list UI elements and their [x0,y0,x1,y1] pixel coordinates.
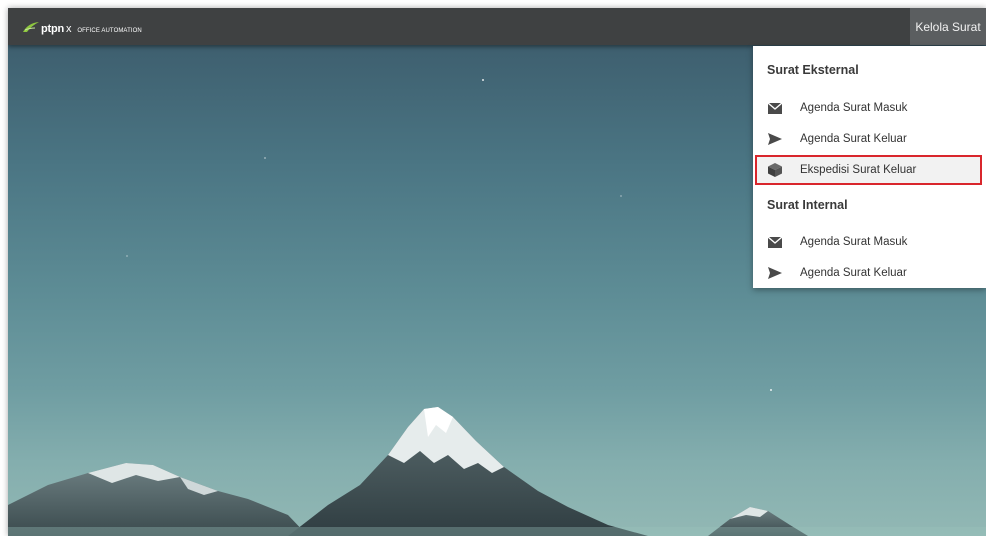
kelola-surat-dropdown-menu: Surat Eksternal Agenda Surat Masuk Agend… [753,46,986,288]
section-title-surat-eksternal: Surat Eksternal [767,63,859,77]
mail-icon [768,101,782,115]
send-icon [768,266,782,280]
brand-tagline: OFFICE AUTOMATION [77,28,142,34]
top-navbar: ptpn x OFFICE AUTOMATION Kelola Surat [8,8,986,45]
kelola-surat-button[interactable]: Kelola Surat [910,8,986,45]
menu-item-agenda-surat-masuk-internal[interactable]: Agenda Surat Masuk [755,227,982,257]
leaf-logo-icon [22,19,40,35]
logo[interactable]: ptpn x OFFICE AUTOMATION [22,17,142,35]
send-icon [768,132,782,146]
box-icon [768,163,782,177]
menu-item-label: Agenda Surat Keluar [800,133,907,145]
menu-item-agenda-surat-masuk-eksternal[interactable]: Agenda Surat Masuk [755,93,982,123]
menu-item-label: Agenda Surat Masuk [800,236,908,248]
menu-item-label: Agenda Surat Keluar [800,267,907,279]
menu-item-label: Agenda Surat Masuk [800,102,908,114]
menu-item-agenda-surat-keluar-internal[interactable]: Agenda Surat Keluar [755,258,982,288]
section-title-surat-internal: Surat Internal [767,198,848,212]
menu-item-ekspedisi-surat-keluar[interactable]: Ekspedisi Surat Keluar [755,155,982,185]
mail-icon [768,235,782,249]
brand-name: ptpn x [41,23,72,35]
menu-item-agenda-surat-keluar-eksternal[interactable]: Agenda Surat Keluar [755,124,982,154]
app-window: ptpn x OFFICE AUTOMATION Kelola Surat Su… [8,8,986,536]
menu-item-label: Ekspedisi Surat Keluar [800,164,917,176]
